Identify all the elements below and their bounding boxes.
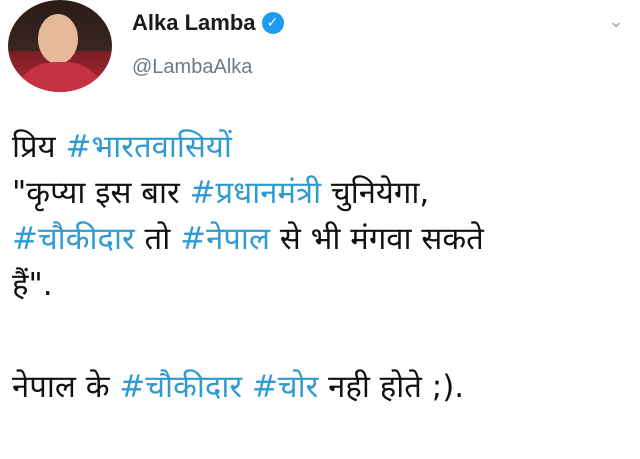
tweet-line: प्रिय #भारतवासियों (12, 124, 628, 170)
avatar[interactable] (8, 0, 112, 92)
hashtag-link[interactable]: #चोर (252, 369, 318, 405)
tweet-text-segment: हैं". (12, 267, 53, 303)
tweet-line: #चौकीदार तो #नेपाल से भी मंगवा सकते (12, 216, 628, 262)
tweet-line: हैं". (12, 262, 628, 308)
tweet-text-segment: प्रिय (12, 129, 66, 165)
hashtag-link[interactable]: #चौकीदार (12, 221, 135, 257)
tweet-text-segment: से भी मंगवा सकते (269, 221, 484, 257)
tweet-line: "कृप्या इस बार #प्रधानमंत्री चुनियेगा, (12, 170, 628, 216)
tweet-text-segment: नही होते ;). (318, 369, 465, 405)
tweet-text-segment (242, 369, 252, 405)
tweet-card: Alka Lamba ✓ @LambaAlka ⌄ प्रिय #भारतवास… (0, 0, 640, 459)
hashtag-link[interactable]: #भारतवासियों (66, 129, 232, 165)
avatar-face (38, 14, 78, 64)
hashtag-link[interactable]: #नेपाल (180, 221, 270, 257)
user-handle[interactable]: @LambaAlka (132, 56, 252, 79)
tweet-text-segment: "कृप्या इस बार (12, 175, 190, 211)
display-name[interactable]: Alka Lamba (132, 10, 256, 36)
tweet-line: नेपाल के #चौकीदार #चोर नही होते ;). (12, 364, 628, 410)
tweet-text-segment: तो (134, 221, 181, 257)
tweet-text: प्रिय #भारतवासियों "कृप्या इस बार #प्रधान… (12, 124, 628, 410)
hashtag-link[interactable]: #चौकीदार (119, 369, 242, 405)
tweet-text-segment: नेपाल के (12, 369, 120, 405)
chevron-down-icon[interactable]: ⌄ (604, 10, 628, 34)
hashtag-link[interactable]: #प्रधानमंत्री (190, 175, 322, 211)
avatar-dress (14, 62, 106, 92)
tweet-text-segment: चुनियेगा, (321, 175, 430, 211)
author-name-row: Alka Lamba ✓ (132, 10, 284, 36)
verified-badge-icon: ✓ (261, 12, 284, 34)
